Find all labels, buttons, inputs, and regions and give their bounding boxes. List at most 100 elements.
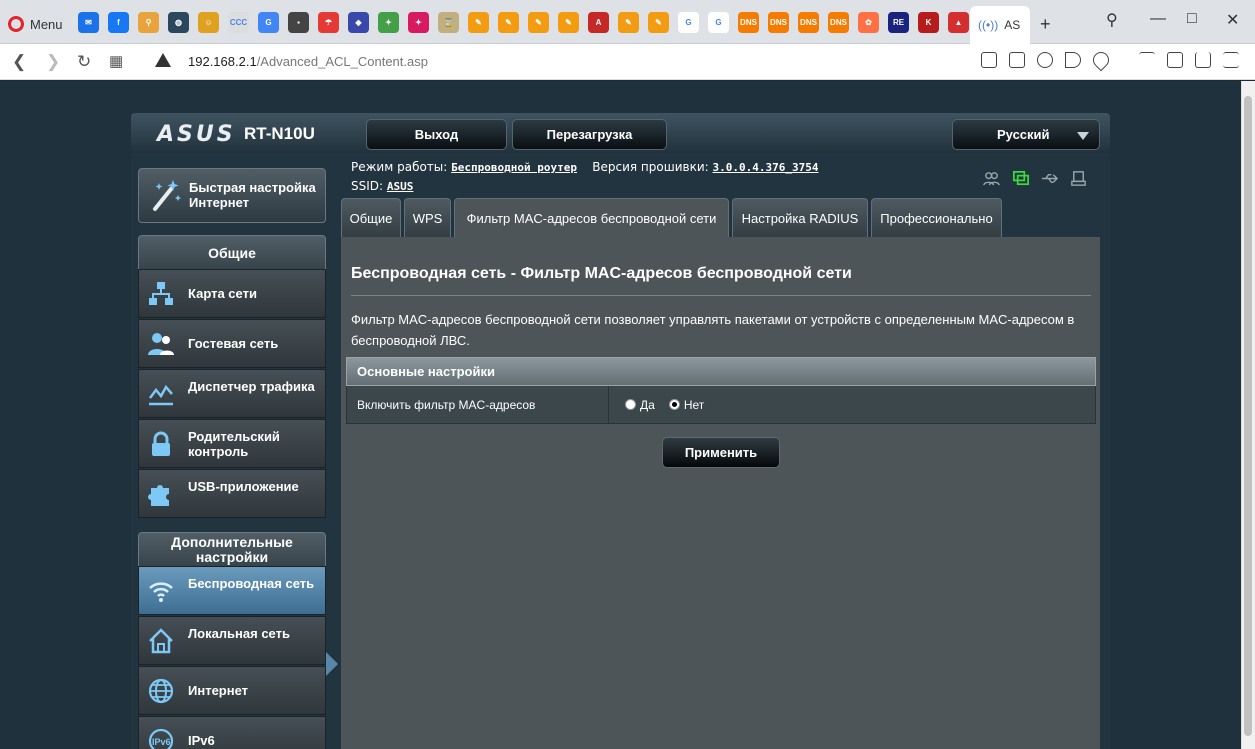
apply-button[interactable]: Применить [662,437,780,468]
mode-link[interactable]: Беспроводной роутер [451,161,577,174]
steam-icon[interactable]: ◍ [168,12,189,33]
quick-setup-button[interactable]: Быстрая настройка Интернет [138,168,326,223]
google-icon[interactable]: G [708,12,729,33]
sidebar-item-parental-control[interactable]: Родительский контроль [138,419,326,468]
title-divider [351,295,1091,296]
network-map-icon [147,280,175,308]
tab-label: WPS [412,211,443,226]
hourglass-icon[interactable]: ⌛ [438,12,459,33]
url-field[interactable]: 192.168.2.1/Advanced_ACL_Content.asp [188,54,428,69]
sidebar-item-usb-app[interactable]: USB-приложение [138,469,326,518]
flower-icon[interactable]: ✿ [858,12,879,33]
acrobat-icon[interactable]: ▲ [948,12,969,33]
terminal-icon[interactable]: ▪ [288,12,309,33]
plugin-icon[interactable]: ✎ [498,12,519,33]
star2-icon[interactable]: ✦ [408,12,429,33]
search-tabs-icon[interactable]: ⚲ [1106,10,1118,30]
sidebar-item-lan[interactable]: Локальная сеть [138,616,326,665]
close-window-button[interactable]: ✕ [1226,10,1239,30]
camera-icon[interactable] [1009,52,1025,68]
umbrella-icon[interactable]: ☂ [318,12,339,33]
insecure-warning-icon[interactable] [155,53,171,67]
tab-general[interactable]: Общие [341,198,401,238]
edit-icon[interactable] [981,52,997,68]
sidebar-item-label: Диспетчер трафика [188,379,315,394]
settings-menu-icon[interactable] [1223,52,1239,68]
wan-icon [147,677,175,705]
printer-icon[interactable] [1069,169,1088,188]
dns-icon[interactable]: DNS [798,12,819,33]
ssid-link[interactable]: ASUS [387,180,414,193]
maximize-button[interactable]: □ [1187,10,1197,28]
mail-icon[interactable]: ✉ [78,12,99,33]
cube-icon[interactable] [1167,52,1183,68]
mac-filter-yes-label[interactable]: Да [640,398,655,412]
sidebar-item-ipv6[interactable]: IPv6 IPv6 [138,716,326,749]
sidebar-item-label: Интернет [188,683,249,698]
tab-professional[interactable]: Профессионально [871,198,1002,238]
facebook-icon[interactable]: f [108,12,129,33]
cat-icon[interactable]: ☺ [198,12,219,33]
maps-icon[interactable]: ⚲ [138,12,159,33]
opera-logo-icon [8,16,24,32]
tab-mac-filter[interactable]: Фильтр MAC-адресов беспроводной сети [454,198,729,238]
ipv6-icon: IPv6 [147,727,175,749]
forward-button[interactable]: ❯ [46,52,60,72]
ccc-icon[interactable]: CCC [228,12,249,33]
mac-filter-no-radio[interactable] [668,399,680,410]
plugin-icon[interactable]: ✎ [558,12,579,33]
new-tab-button[interactable]: + [1040,14,1051,35]
firmware-link[interactable]: 3.0.0.4.376_3754 [713,161,819,174]
mac-filter-options: Да Нет [609,386,1095,423]
clients-icon[interactable] [982,169,1001,188]
sidebar-item-network-map[interactable]: Карта сети [138,269,326,318]
diamond-icon[interactable]: ◆ [348,12,369,33]
browser-tab-bar: Menu ✉ f ⚲ ◍ ☺ CCC G ▪ ☂ ◆ ✦ ✦ ⌛ ✎ ✎ ✎ ✎ A ✎ ✎ G G DNS DNS DNS DN… [0,0,1255,44]
minimize-button[interactable]: — [1150,10,1166,28]
browser-menu-button[interactable]: Menu [8,14,63,34]
language-select[interactable]: Русский [952,119,1100,150]
browser-active-tab[interactable]: ((•)) AS [970,6,1030,44]
scrollbar-thumb[interactable] [1244,96,1252,736]
menu-header-advanced: Дополнительные настройки [138,532,326,567]
plugin-icon[interactable]: ✎ [618,12,639,33]
plugin-icon[interactable]: ✎ [468,12,489,33]
mac-filter-yes-radio[interactable] [625,399,636,410]
translate-icon[interactable]: G [258,12,279,33]
quick-setup-label: Быстрая настройка Интернет [189,180,316,210]
angular-icon[interactable]: A [588,12,609,33]
sidebar-item-wireless[interactable]: Беспроводная сеть [138,566,326,615]
sidebar-item-label: Беспроводная сеть [188,576,315,591]
plugin-icon[interactable]: ✎ [648,12,669,33]
usb-icon[interactable] [1040,169,1059,188]
reboot-button[interactable]: Перезагрузка [512,119,667,150]
google-icon[interactable]: G [678,12,699,33]
reload-button[interactable]: ↻ [77,52,91,72]
star-icon[interactable]: ✦ [378,12,399,33]
back-button[interactable]: ❮ [12,52,26,72]
block-icon[interactable] [1037,52,1053,68]
internet-status-icon[interactable] [1011,169,1030,188]
undo-icon[interactable] [1139,52,1155,68]
logout-button[interactable]: Выход [366,119,507,150]
sidebar-item-traffic-manager[interactable]: Диспетчер трафика [138,369,326,418]
mac-filter-no-label[interactable]: Нет [684,398,704,412]
sidebar-item-label: USB-приложение [188,479,299,494]
mac-filter-label: Включить фильтр MAC-адресов [347,386,609,423]
heart-icon[interactable] [1089,48,1113,72]
send-icon[interactable] [1065,52,1081,68]
wifi-tab-icon: ((•)) [978,18,999,32]
dns-icon[interactable]: DNS [768,12,789,33]
dns-icon[interactable]: DNS [828,12,849,33]
tab-radius[interactable]: Настройка RADIUS [732,198,868,238]
k-icon[interactable]: K [918,12,939,33]
sidebar-item-wan[interactable]: Интернет [138,666,326,715]
plugin-icon[interactable]: ✎ [528,12,549,33]
dns-icon[interactable]: DNS [738,12,759,33]
sidebar-item-guest-network[interactable]: Гостевая сеть [138,319,326,368]
download-icon[interactable] [1195,52,1211,68]
tab-wps[interactable]: WPS [404,198,451,238]
lan-icon [147,627,175,655]
re-icon[interactable]: RE [888,12,909,33]
speed-dial-icon[interactable]: ▦ [109,52,123,70]
